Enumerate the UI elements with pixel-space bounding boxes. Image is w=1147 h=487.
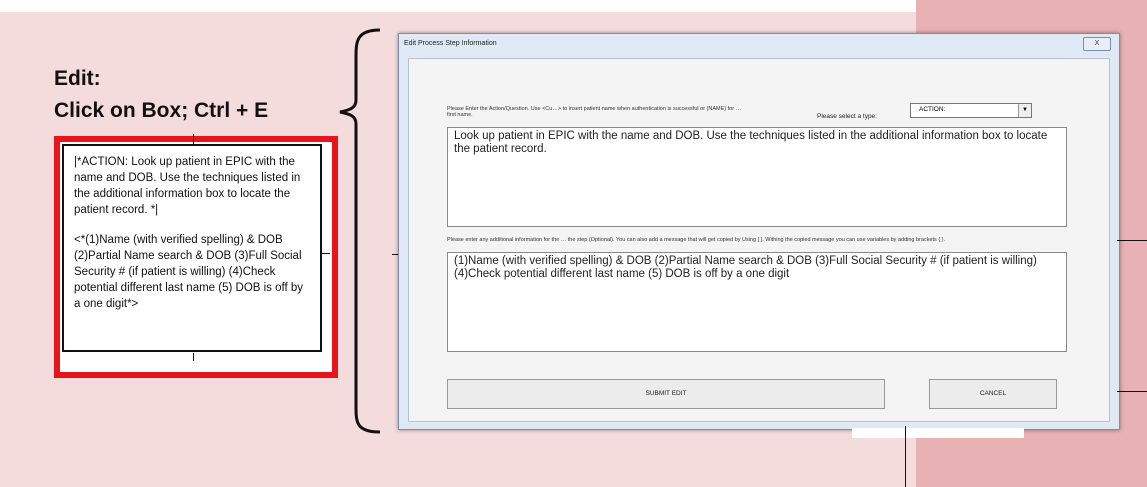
info-textarea[interactable]: (1)Name (with verified spelling) & DOB (… <box>447 252 1067 352</box>
chevron-down-icon[interactable]: ▼ <box>1018 104 1031 117</box>
connector-line <box>322 253 330 254</box>
info-prompt-label: Please enter any additional information … <box>447 237 946 243</box>
action-textarea[interactable]: Look up patient in EPIC with the name an… <box>447 127 1067 227</box>
action-prompt-label: Please Enter the Action/Question. Use <C… <box>447 106 742 118</box>
connector-line <box>1117 240 1147 241</box>
dialog-titlebar[interactable]: Edit Process Step Information X <box>399 34 1119 56</box>
dialog-title: Edit Process Step Information <box>404 40 497 47</box>
cancel-button[interactable]: CANCEL <box>929 379 1057 409</box>
close-icon: X <box>1094 40 1100 47</box>
edit-process-step-dialog: Edit Process Step Information X Please E… <box>398 33 1120 430</box>
connector-line <box>1117 391 1147 392</box>
process-step-info-text: <*(1)Name (with verified spelling) & DOB… <box>74 234 304 310</box>
process-step-action-text: |*ACTION: Look up patient in EPIC with t… <box>74 156 301 216</box>
edit-instruction-line1: Edit: <box>54 67 101 90</box>
type-label: Please select a type: <box>817 113 877 120</box>
connector-line <box>905 426 906 487</box>
type-select[interactable]: ACTION: ▼ <box>910 103 1032 118</box>
edit-instruction: Edit: Click on Box; Ctrl + E <box>54 63 354 127</box>
connector-line <box>193 353 194 361</box>
shape-edge <box>852 428 1024 438</box>
close-button[interactable]: X <box>1083 37 1111 51</box>
type-select-value: ACTION: <box>919 106 946 113</box>
edit-instruction-line2: Click on Box; Ctrl + E <box>54 99 269 122</box>
dialog-body: Please Enter the Action/Question. Use <C… <box>408 58 1110 422</box>
submit-edit-button[interactable]: SUBMIT EDIT <box>447 379 885 409</box>
process-step-box[interactable]: |*ACTION: Look up patient in EPIC with t… <box>62 144 322 352</box>
